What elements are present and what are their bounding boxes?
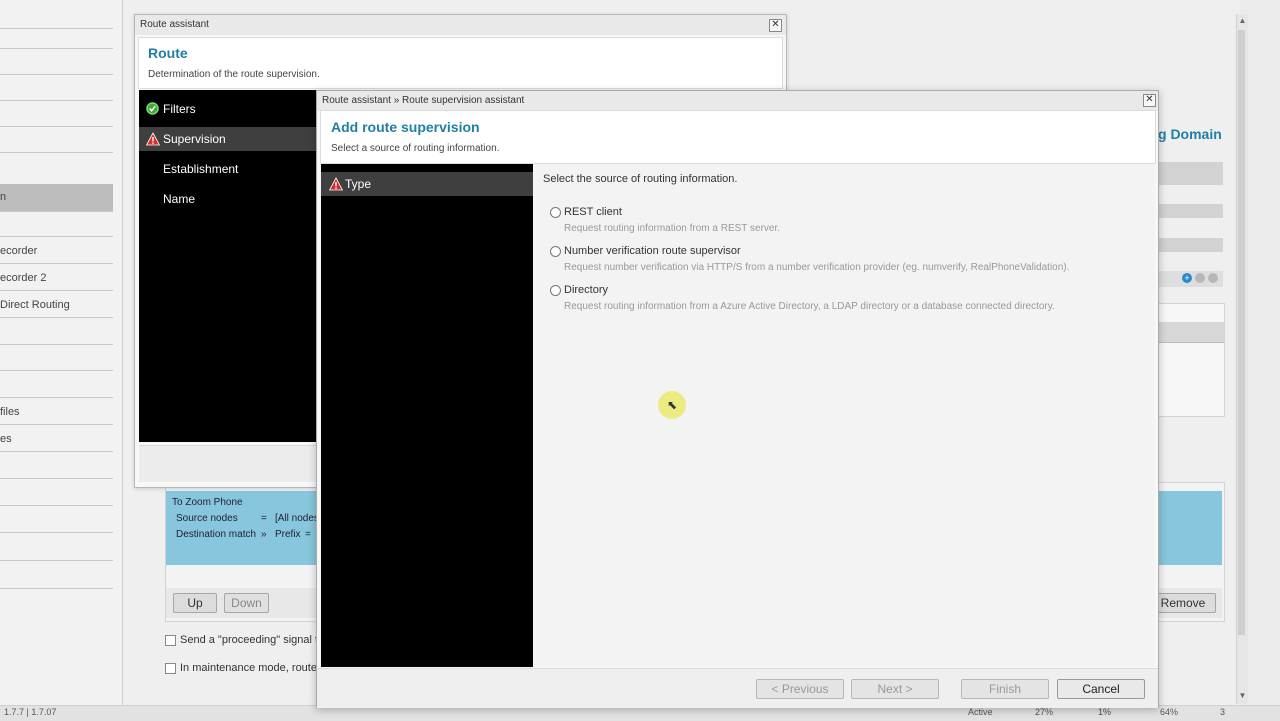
cancel-button[interactable]: Cancel bbox=[1057, 679, 1145, 699]
route-entry-op: = bbox=[261, 513, 267, 524]
status-item: 64% bbox=[1160, 707, 1179, 717]
dialog-header: Add route supervision Select a source of… bbox=[320, 110, 1156, 164]
dialog-title: Add route supervision bbox=[331, 119, 480, 135]
scrollbar-thumb[interactable] bbox=[1238, 30, 1245, 635]
sidebar-item[interactable] bbox=[0, 108, 113, 127]
dialog-header: Route Determination of the route supervi… bbox=[138, 37, 783, 89]
step-label: Filters bbox=[163, 102, 196, 116]
route-entry-op: = bbox=[305, 529, 311, 540]
dialog-titlebar[interactable]: Route assistant » Route supervision assi… bbox=[317, 91, 1158, 111]
previous-button[interactable]: < Previous bbox=[756, 679, 844, 699]
number-verification-label[interactable]: Number verification route supervisor bbox=[564, 245, 741, 257]
sidebar-item[interactable]: ecorder bbox=[0, 240, 113, 264]
add-icon[interactable]: + bbox=[1182, 273, 1192, 283]
sidebar-item[interactable]: n bbox=[0, 184, 113, 212]
step-type[interactable]: Type bbox=[321, 172, 533, 196]
wizard-steps: Type bbox=[321, 164, 533, 667]
sidebar-item[interactable] bbox=[0, 321, 113, 345]
sidebar-item[interactable]: files bbox=[0, 400, 113, 425]
sidebar-item[interactable]: Direct Routing bbox=[0, 294, 113, 318]
sidebar-item[interactable] bbox=[0, 563, 113, 589]
sidebar-item[interactable] bbox=[0, 134, 113, 153]
proceeding-signal-label: Send a "proceeding" signal t bbox=[180, 634, 319, 646]
step-label: Type bbox=[345, 177, 372, 191]
sidebar-item[interactable] bbox=[0, 214, 113, 237]
dialog-subtitle: Determination of the route supervision. bbox=[148, 69, 320, 80]
sidebar-item[interactable]: es bbox=[0, 427, 113, 452]
directory-radio[interactable] bbox=[550, 285, 561, 296]
sidebar-item[interactable] bbox=[0, 30, 113, 49]
status-item: 1% bbox=[1098, 707, 1112, 717]
sidebar-item[interactable] bbox=[0, 56, 113, 75]
dialog-footer bbox=[139, 445, 319, 482]
background-toolbar: + bbox=[1158, 271, 1223, 287]
warning-icon bbox=[329, 177, 343, 191]
scroll-down-icon[interactable]: ▼ bbox=[1238, 691, 1247, 700]
route-entry-value: [All nodes bbox=[275, 513, 319, 524]
status-item: 27% bbox=[1035, 707, 1054, 717]
remove-button[interactable]: Remove bbox=[1150, 593, 1216, 613]
step-label: Supervision bbox=[163, 132, 226, 146]
route-supervision-assistant-dialog: Route assistant » Route supervision assi… bbox=[316, 90, 1159, 708]
background-list bbox=[1158, 303, 1225, 417]
directory-label[interactable]: Directory bbox=[564, 284, 608, 296]
number-verification-description: Request number verification via HTTP/S f… bbox=[564, 262, 1070, 273]
step-establishment[interactable]: Establishment bbox=[139, 157, 316, 181]
sidebar-item[interactable] bbox=[0, 482, 113, 506]
scroll-up-icon[interactable]: ▲ bbox=[1238, 16, 1247, 25]
close-icon[interactable]: ✕ bbox=[1143, 94, 1156, 107]
dialog-titlebar[interactable]: Route assistant bbox=[135, 15, 786, 35]
step-name[interactable]: Name bbox=[139, 187, 316, 211]
sidebar-item[interactable]: ecorder 2 bbox=[0, 267, 113, 291]
sidebar-item[interactable] bbox=[0, 82, 113, 101]
sidebar-item[interactable] bbox=[0, 4, 113, 29]
number-verification-radio[interactable] bbox=[550, 246, 561, 257]
close-icon[interactable]: ✕ bbox=[769, 19, 782, 32]
dialog-subtitle: Select a source of routing information. bbox=[331, 143, 500, 154]
maintenance-mode-label: In maintenance mode, route bbox=[180, 662, 317, 674]
wizard-content: Select the source of routing information… bbox=[534, 164, 1155, 667]
sidebar-item[interactable] bbox=[0, 374, 113, 398]
proceeding-signal-checkbox[interactable] bbox=[165, 635, 176, 646]
down-button[interactable]: Down bbox=[224, 593, 269, 613]
up-button[interactable]: Up bbox=[173, 593, 217, 613]
route-entry-key: Source nodes bbox=[176, 513, 238, 524]
sidebar-item[interactable] bbox=[0, 455, 113, 479]
route-entry-name: To Zoom Phone bbox=[172, 497, 243, 508]
background-field bbox=[1158, 162, 1223, 185]
rest-client-description: Request routing information from a REST … bbox=[564, 223, 781, 234]
step-supervision[interactable]: Supervision bbox=[139, 127, 316, 151]
sidebar-item[interactable] bbox=[0, 347, 113, 371]
status-item: 3 bbox=[1220, 707, 1226, 717]
status-item: Active bbox=[968, 707, 993, 717]
route-entry-sub: Prefix bbox=[275, 529, 301, 540]
dialog-title: Route bbox=[148, 45, 188, 61]
sidebar-item[interactable] bbox=[0, 509, 113, 533]
background-field bbox=[1158, 238, 1223, 252]
mouse-pointer-icon: ⬉ bbox=[667, 398, 678, 412]
route-entry-key: Destination match bbox=[176, 529, 257, 540]
background-field bbox=[1158, 204, 1223, 218]
delete-icon[interactable] bbox=[1208, 273, 1218, 283]
next-button[interactable]: Next > bbox=[851, 679, 939, 699]
step-label: Establishment bbox=[163, 162, 239, 176]
finish-button[interactable]: Finish bbox=[961, 679, 1049, 699]
wizard-steps: Filters Supervision Establishment Name bbox=[139, 90, 316, 442]
step-filters[interactable]: Filters bbox=[139, 97, 316, 121]
warning-icon bbox=[146, 132, 160, 146]
source-prompt: Select the source of routing information… bbox=[543, 173, 738, 185]
background-page-title: g Domain bbox=[1158, 126, 1222, 142]
edit-icon[interactable] bbox=[1195, 273, 1205, 283]
sidebar-item[interactable] bbox=[0, 536, 113, 561]
status-version: 1.7.7 | 1.7.07 bbox=[4, 707, 57, 717]
check-icon bbox=[146, 102, 159, 115]
background-list-header bbox=[1159, 322, 1224, 343]
route-entry-op: » bbox=[261, 529, 267, 540]
dialog-footer: < Previous Next > Finish Cancel bbox=[317, 668, 1158, 708]
step-label: Name bbox=[163, 192, 196, 206]
maintenance-mode-checkbox[interactable] bbox=[165, 663, 176, 674]
rest-client-radio[interactable] bbox=[550, 207, 561, 218]
rest-client-label[interactable]: REST client bbox=[564, 206, 622, 218]
directory-description: Request routing information from a Azure… bbox=[564, 301, 1055, 312]
